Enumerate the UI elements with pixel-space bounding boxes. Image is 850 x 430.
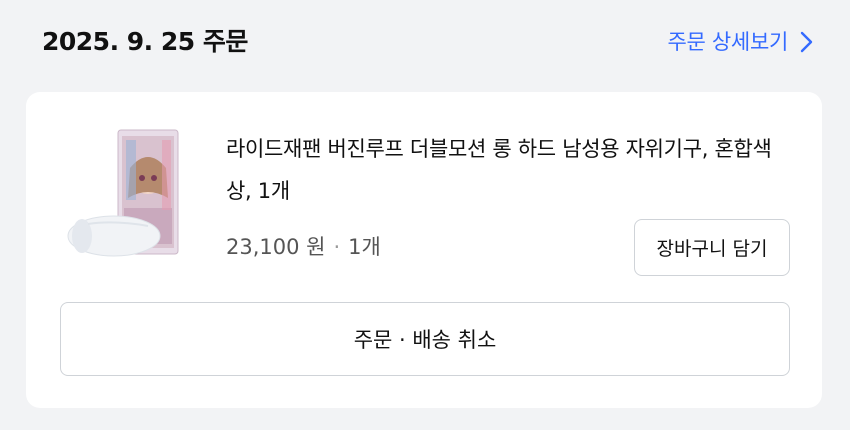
product-name[interactable]: 라이드재팬 버진루프 더블모션 롱 하드 남성용 자위기구, 혼합색상, 1개 (226, 128, 796, 212)
add-to-cart-button[interactable]: 장바구니 담기 (634, 219, 790, 276)
product-thumbnail[interactable] (66, 128, 186, 258)
order-card: 라이드재팬 버진루프 더블모션 롱 하드 남성용 자위기구, 혼합색상, 1개 … (26, 92, 822, 408)
order-detail-link[interactable]: 주문 상세보기 (668, 25, 815, 59)
chevron-right-icon (800, 31, 814, 53)
price-separator: · (333, 235, 341, 259)
order-header: 2025. 9. 25 주문 주문 상세보기 (0, 0, 850, 88)
order-detail-label: 주문 상세보기 (667, 30, 789, 54)
order-date-title: 2025. 9. 25 주문 (42, 27, 248, 56)
product-quantity: 1개 (348, 235, 381, 259)
product-price: 23,100 원 (226, 235, 326, 259)
price-row: 23,100 원 · 1개 (226, 230, 381, 264)
cancel-order-button[interactable]: 주문 · 배송 취소 (60, 302, 790, 376)
